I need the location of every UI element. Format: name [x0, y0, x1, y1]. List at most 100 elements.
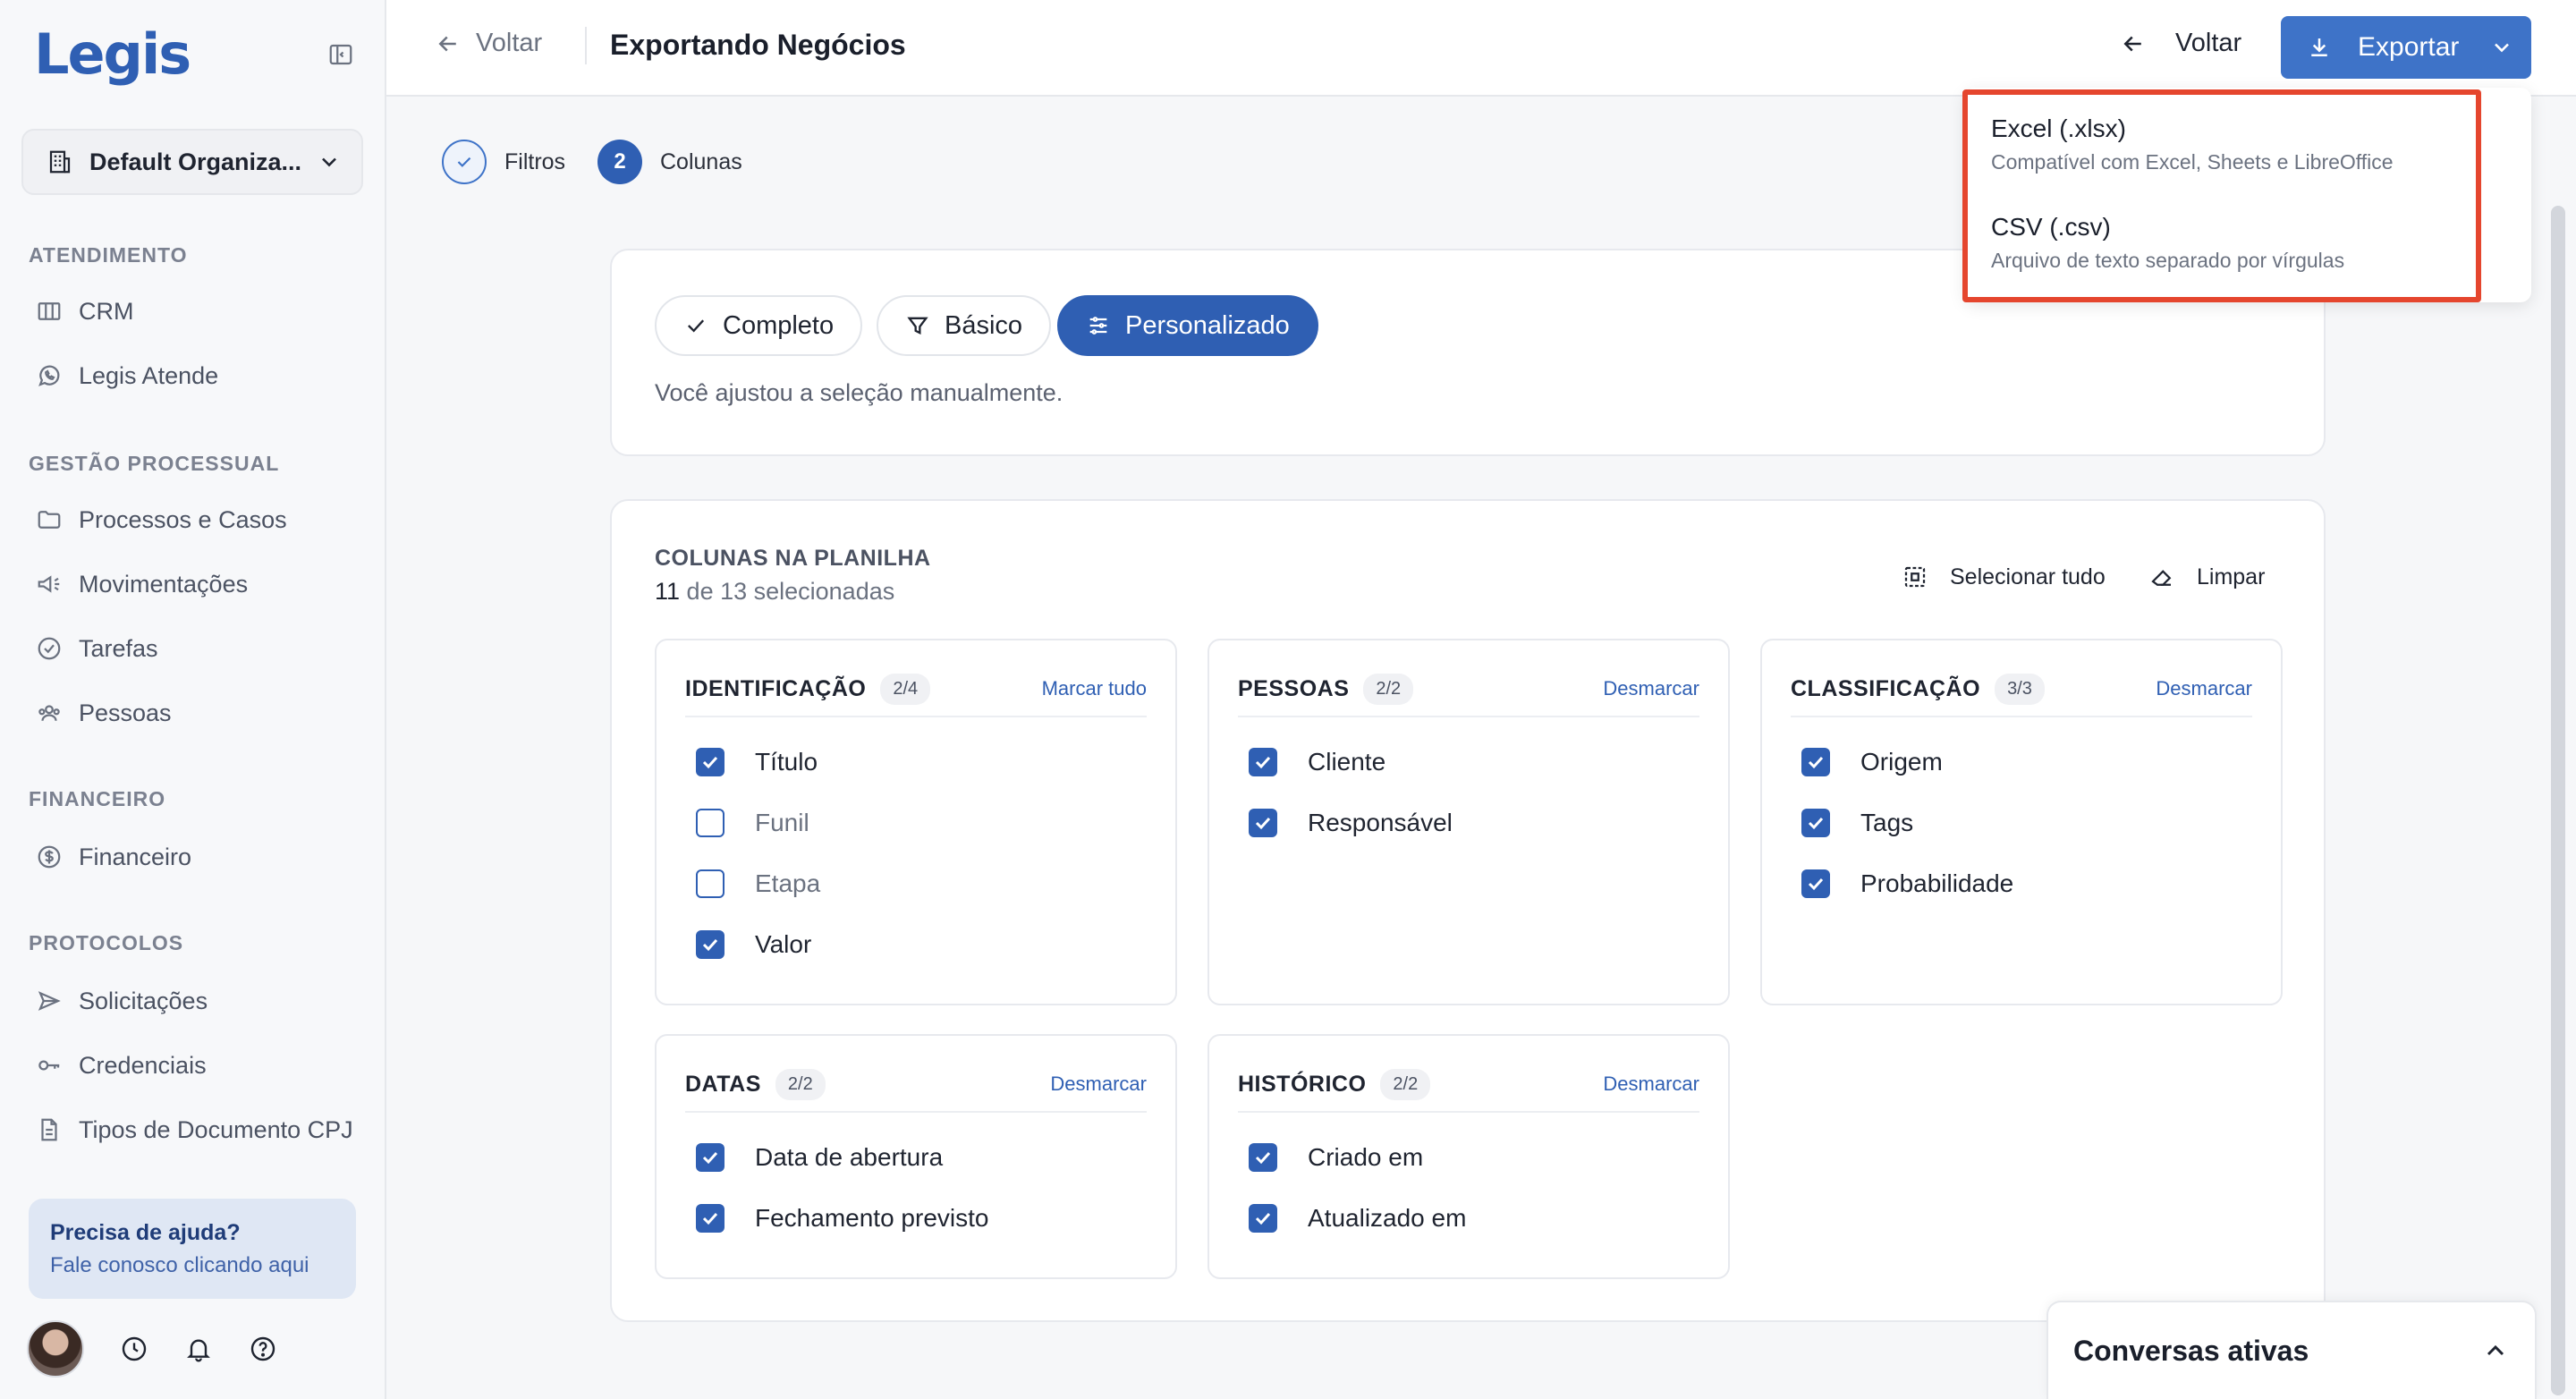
- group-title: HISTÓRICO: [1238, 1071, 1367, 1097]
- checkbox-label: Funil: [755, 809, 809, 836]
- unmark-link[interactable]: Desmarcar: [1050, 1073, 1147, 1096]
- checkbox-checked[interactable]: [1801, 869, 1830, 898]
- select-all-icon: [1904, 566, 1926, 588]
- select-all-label: Selecionar tudo: [1950, 564, 2106, 589]
- group-title: PESSOAS: [1238, 675, 1350, 701]
- preset-custom-button[interactable]: Personalizado: [1057, 295, 1318, 356]
- chip-label: Completo: [723, 310, 835, 340]
- unmark-link[interactable]: Desmarcar: [1603, 1073, 1699, 1096]
- checkbox-unchecked[interactable]: [696, 809, 724, 837]
- checkbox-item[interactable]: Fechamento previsto: [696, 1204, 988, 1233]
- unmark-link[interactable]: Desmarcar: [2156, 677, 2252, 700]
- back-button[interactable]: Voltar: [2120, 29, 2241, 58]
- checkbox-item[interactable]: Data de abertura: [696, 1143, 943, 1172]
- step-filtros[interactable]: Filtros: [442, 140, 565, 184]
- whatsapp-icon: [38, 365, 60, 386]
- step-colunas[interactable]: 2 Colunas: [597, 140, 742, 184]
- check-icon: [457, 157, 471, 167]
- preset-complete-button[interactable]: Completo: [655, 295, 863, 356]
- clear-button[interactable]: Limpar: [2148, 564, 2265, 590]
- checkbox-label: Responsável: [1308, 809, 1453, 836]
- checkbox-checked[interactable]: [696, 1143, 724, 1172]
- kanban-icon: [38, 302, 61, 320]
- export-label: Exportar: [2358, 32, 2460, 62]
- chevron-down-icon[interactable]: [2489, 35, 2514, 60]
- check-icon: [1255, 1212, 1271, 1225]
- checkbox-item[interactable]: Origem: [1801, 748, 1943, 776]
- clock-icon[interactable]: [120, 1335, 148, 1363]
- unmark-link[interactable]: Desmarcar: [1603, 677, 1699, 700]
- sidebar-item-movimentacoes[interactable]: Movimentações: [36, 564, 248, 604]
- checkbox-checked[interactable]: [1249, 748, 1277, 776]
- checkbox-unchecked[interactable]: [696, 869, 724, 898]
- building-icon: [47, 148, 73, 175]
- chevron-down-icon: [317, 149, 342, 174]
- checkbox-checked[interactable]: [1249, 1143, 1277, 1172]
- checkbox-checked[interactable]: [1249, 1204, 1277, 1233]
- sidebar-item-financeiro[interactable]: Financeiro: [36, 837, 191, 877]
- top-bar: Voltar Exportando Negócios Voltar Export…: [386, 0, 2576, 97]
- checkbox-item[interactable]: Probabilidade: [1801, 869, 2013, 898]
- checkbox-checked[interactable]: [1801, 809, 1830, 837]
- organization-select[interactable]: Default Organiza...: [21, 129, 363, 195]
- sidebar-item-label: Processos e Casos: [79, 505, 287, 533]
- sidebar-item-processos[interactable]: Processos e Casos: [36, 500, 287, 539]
- checkbox-item[interactable]: Responsável: [1249, 809, 1453, 837]
- active-conversations-bar[interactable]: Conversas ativas: [2046, 1301, 2537, 1399]
- checkbox-checked[interactable]: [1249, 809, 1277, 837]
- step-number: 2: [597, 140, 642, 184]
- checkbox-checked[interactable]: [1801, 748, 1830, 776]
- sidebar-item-tipos-documento[interactable]: Tipos de Documento CPJ: [36, 1110, 353, 1149]
- checkbox-checked[interactable]: [696, 748, 724, 776]
- help-circle-icon[interactable]: [249, 1335, 277, 1363]
- preset-note: Você ajustou a seleção manualmente.: [655, 379, 1063, 406]
- group-pessoas: PESSOAS 2/2 Desmarcar Cliente Responsáve…: [1208, 639, 1730, 1005]
- sidebar-collapse-icon[interactable]: [327, 41, 354, 68]
- chevron-up-icon[interactable]: [2481, 1336, 2510, 1365]
- select-all-button[interactable]: Selecionar tudo: [1902, 564, 2106, 590]
- bell-icon[interactable]: [184, 1335, 213, 1363]
- checkbox-item[interactable]: Cliente: [1249, 748, 1385, 776]
- checkbox-item[interactable]: Funil: [696, 809, 809, 837]
- check-icon: [702, 938, 718, 952]
- preset-basic-button[interactable]: Básico: [877, 295, 1052, 356]
- checkbox-item[interactable]: Título: [696, 748, 818, 776]
- organization-name: Default Organiza...: [89, 148, 302, 175]
- selected-suffix: de 13 selecionadas: [686, 578, 895, 605]
- sidebar-item-credenciais[interactable]: Credenciais: [36, 1046, 207, 1085]
- group-header: IDENTIFICAÇÃO 2/4 Marcar tudo: [685, 662, 1147, 717]
- checkbox-label: Atualizado em: [1308, 1204, 1467, 1232]
- checkbox-checked[interactable]: [696, 930, 724, 959]
- sidebar-item-solicitacoes[interactable]: Solicitações: [36, 981, 208, 1021]
- checkbox-item[interactable]: Tags: [1801, 809, 1913, 837]
- back-link[interactable]: Voltar: [435, 29, 542, 58]
- sidebar-item-label: Solicitações: [79, 987, 208, 1014]
- back-button-label: Voltar: [2175, 29, 2242, 57]
- sidebar-item-crm[interactable]: CRM: [36, 292, 134, 331]
- chip-label: Personalizado: [1125, 310, 1290, 340]
- checkbox-label: Fechamento previsto: [755, 1204, 989, 1232]
- export-button[interactable]: Exportar: [2281, 16, 2531, 79]
- sidebar-item-tarefas[interactable]: Tarefas: [36, 629, 158, 668]
- sidebar-item-legis-atende[interactable]: Legis Atende: [36, 356, 218, 395]
- checkbox-item[interactable]: Atualizado em: [1249, 1204, 1466, 1233]
- checkbox-item[interactable]: Valor: [696, 930, 811, 959]
- app-logo[interactable]: Legis: [34, 23, 191, 86]
- avatar[interactable]: [27, 1320, 84, 1378]
- checkbox-item[interactable]: Etapa: [696, 869, 820, 898]
- check-icon: [688, 319, 705, 333]
- group-title: CLASSIFICAÇÃO: [1791, 675, 1981, 701]
- header-divider: [585, 27, 587, 64]
- check-icon: [1808, 878, 1824, 891]
- step-label: Colunas: [660, 148, 742, 174]
- check-icon: [1255, 1151, 1271, 1165]
- chat-title: Conversas ativas: [2073, 1334, 2309, 1367]
- checkbox-checked[interactable]: [696, 1204, 724, 1233]
- checkbox-item[interactable]: Criado em: [1249, 1143, 1423, 1172]
- sidebar-item-pessoas[interactable]: Pessoas: [36, 693, 172, 733]
- mark-all-link[interactable]: Marcar tudo: [1042, 677, 1147, 700]
- group-title: IDENTIFICAÇÃO: [685, 675, 867, 701]
- group-identificacao: IDENTIFICAÇÃO 2/4 Marcar tudo Título Fun…: [655, 639, 1177, 1005]
- help-box[interactable]: Precisa de ajuda? Fale conosco clicando …: [29, 1199, 356, 1299]
- page-scrollbar[interactable]: [2551, 206, 2565, 1395]
